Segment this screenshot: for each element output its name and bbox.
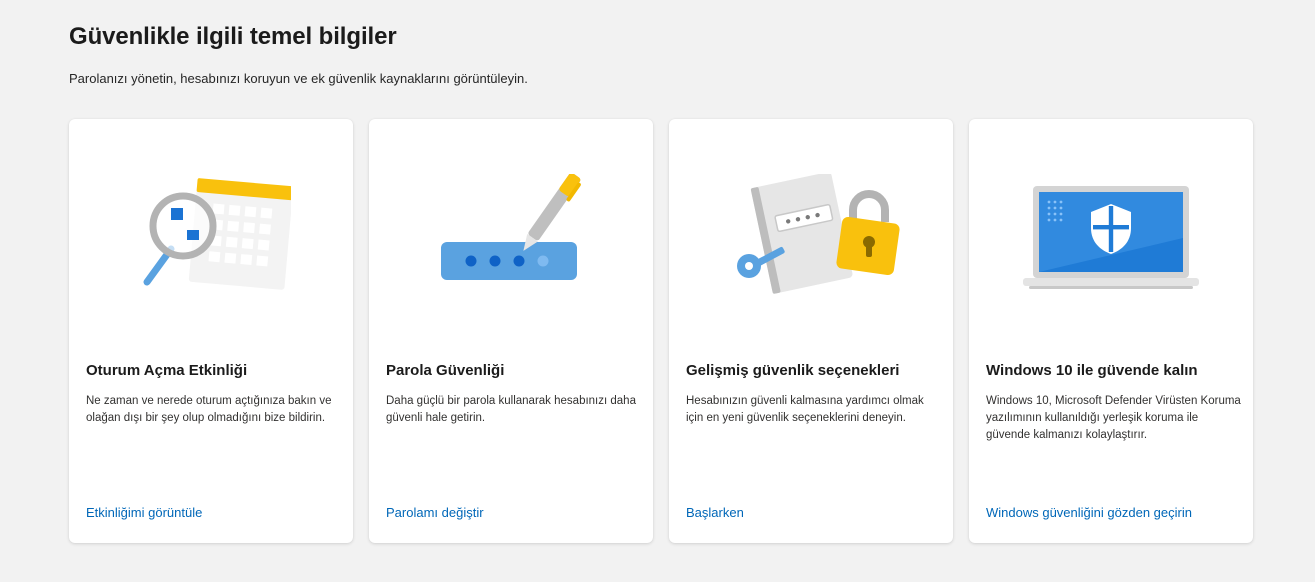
card-description: Daha güçlü bir parola kullanarak hesabın… [386, 395, 636, 424]
card-list: Oturum Açma Etkinliği Ne zaman ve nerede… [69, 119, 1253, 543]
page-title: Güvenlikle ilgili temel bilgiler [69, 23, 397, 50]
lock-key-notebook-icon [669, 159, 953, 319]
card-password-security: Parola Güvenliği Daha güçlü bir parola k… [369, 119, 653, 543]
page-subtitle: Parolanızı yönetin, hesabınızı koruyun v… [69, 71, 528, 86]
magnifier-calendar-icon [69, 159, 353, 319]
card-advanced-security: Gelişmiş güvenlik seçenekleri Hesabınızı… [669, 119, 953, 543]
view-activity-link[interactable]: Etkinliğimi görüntüle [86, 505, 202, 520]
card-title: Windows 10 ile güvende kalın [986, 362, 1198, 379]
card-title: Oturum Açma Etkinliği [86, 362, 248, 379]
card-title: Parola Güvenliği [386, 362, 505, 379]
card-windows-10: Windows 10 ile güvende kalın Windows 10,… [969, 119, 1253, 543]
card-description: Windows 10, Microsoft Defender Virüsten … [986, 395, 1241, 441]
change-password-link[interactable]: Parolamı değiştir [386, 505, 484, 520]
password-pen-icon [369, 159, 653, 319]
card-title: Gelişmiş güvenlik seçenekleri [686, 362, 900, 379]
laptop-shield-icon [969, 159, 1253, 319]
review-windows-security-link[interactable]: Windows güvenliğini gözden geçirin [986, 505, 1192, 520]
card-description: Ne zaman ve nerede oturum açtığınıza bak… [86, 395, 332, 424]
get-started-link[interactable]: Başlarken [686, 505, 744, 520]
card-sign-in-activity: Oturum Açma Etkinliği Ne zaman ve nerede… [69, 119, 353, 543]
card-description: Hesabınızın güvenli kalmasına yardımcı o… [686, 395, 924, 424]
